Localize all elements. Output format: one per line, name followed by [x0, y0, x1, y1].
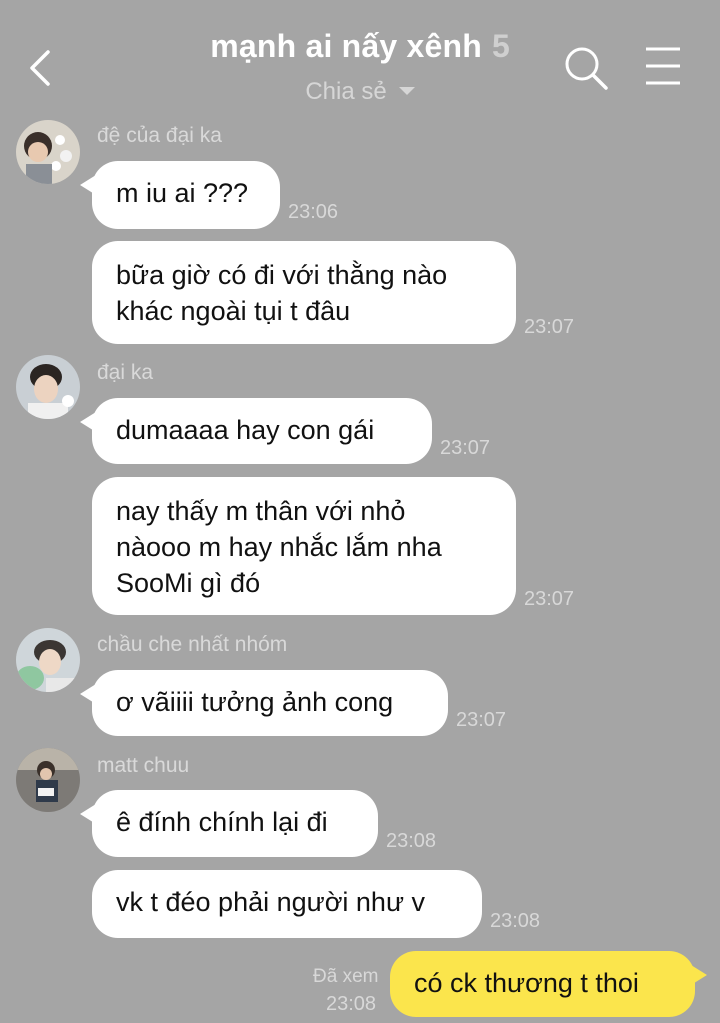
message-time: 23:06	[288, 201, 339, 223]
shared-menu[interactable]: Chia sẻ	[0, 78, 720, 106]
avatar[interactable]	[16, 355, 80, 419]
my-message-bubble[interactable]: có ck thương t thoi	[390, 951, 707, 1017]
message-bubble[interactable]: bữa giờ có đi với thằng nào khác ngoài t…	[92, 241, 516, 344]
message-bubble[interactable]: ê đính chính lại đi	[80, 790, 378, 857]
member-count: 5	[491, 28, 510, 64]
message-time: 23:07	[524, 316, 575, 338]
message-time: 23:08	[326, 993, 377, 1015]
sender-name: matt chuu	[97, 754, 190, 777]
message-time: 23:07	[456, 709, 507, 731]
message-time: 23:08	[386, 830, 437, 852]
seen-status: Đã xem	[313, 966, 379, 987]
chat-title[interactable]: mạnh ai nấy xênh 5	[0, 28, 720, 65]
message-bubble[interactable]: vk t đéo phải người như v	[92, 870, 482, 938]
shared-label: Chia sẻ	[305, 78, 387, 105]
group-name: mạnh ai nấy xênh	[210, 28, 482, 64]
sender-name: chầu che nhất nhóm	[97, 633, 288, 656]
message-bubble[interactable]: ơ vãiiii tưởng ảnh cong	[80, 670, 448, 736]
caret-down-icon	[398, 86, 415, 95]
sender-name: đệ của đại ka	[97, 124, 222, 147]
sender-name: đại ka	[97, 361, 154, 384]
avatar[interactable]	[16, 628, 80, 692]
avatar[interactable]	[16, 120, 80, 184]
avatar[interactable]	[16, 748, 80, 812]
message-bubble[interactable]: nay thấy m thân với nhỏ nàooo m hay nhắc…	[92, 477, 516, 615]
menu-icon[interactable]	[644, 46, 682, 86]
message-time: 23:07	[524, 588, 575, 610]
message-bubble[interactable]: dumaaaa hay con gái	[80, 398, 432, 464]
message-bubble[interactable]: m iu ai ???	[80, 161, 280, 229]
chat-header: mạnh ai nấy xênh 5 Chia sẻ	[0, 0, 720, 115]
message-time: 23:07	[440, 437, 491, 459]
search-icon[interactable]	[562, 44, 610, 92]
message-time: 23:08	[490, 910, 541, 932]
